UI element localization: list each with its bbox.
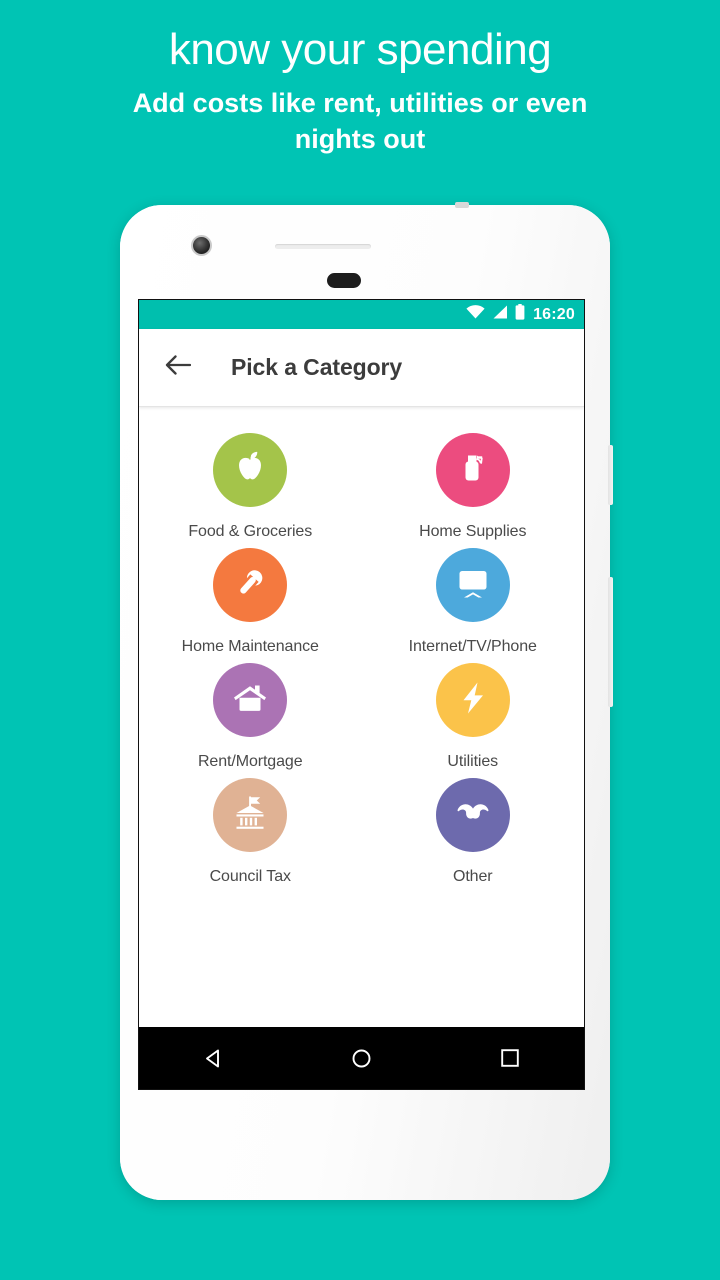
category-label: Food & Groceries: [188, 523, 313, 540]
mustache-icon: [451, 791, 495, 840]
category-item-food-groceries[interactable]: Food & Groceries: [139, 433, 362, 541]
phone-screen: 16:20 Pick a Category Food & Groceries H…: [138, 299, 585, 1090]
status-bar-clock: 16:20: [533, 305, 575, 323]
apple-icon: [228, 446, 272, 495]
lightning-bolt-icon: [451, 676, 495, 725]
house-icon: [228, 676, 272, 725]
wrench-icon: [228, 561, 272, 610]
category-label: Internet/TV/Phone: [408, 638, 537, 655]
category-label: Home Supplies: [419, 523, 527, 540]
category-item-home-supplies[interactable]: Home Supplies: [362, 433, 585, 541]
category-item-rent-mortgage[interactable]: Rent/Mortgage: [139, 663, 362, 771]
status-bar-icons: [466, 304, 525, 325]
promo-subtitle: Add costs like rent, utilities or even n…: [132, 88, 588, 154]
category-item-other[interactable]: Other: [362, 778, 585, 886]
phone-top-antenna-nub: [455, 202, 469, 208]
android-back-icon[interactable]: [178, 1027, 248, 1089]
android-home-icon[interactable]: [326, 1027, 396, 1089]
promo-title: know your spending: [168, 25, 552, 74]
volume-rocker-button[interactable]: [608, 577, 613, 707]
spray-bottle-icon: [451, 446, 495, 495]
category-icon-circle: [435, 433, 510, 507]
category-icon-circle: [435, 663, 510, 737]
android-navigation-bar: [139, 1027, 584, 1089]
category-icon-circle: [213, 778, 288, 852]
government-building-icon: [228, 791, 272, 840]
category-icon-circle: [435, 548, 510, 622]
category-icon-circle: [435, 778, 510, 852]
category-item-utilities[interactable]: Utilities: [362, 663, 585, 771]
cellular-signal-icon: [492, 305, 508, 324]
app-bar: Pick a Category: [139, 329, 584, 407]
category-grid: Food & Groceries Home Supplies Home Main…: [139, 407, 584, 886]
phone-mockup: 16:20 Pick a Category Food & Groceries H…: [120, 202, 613, 1200]
status-bar: 16:20: [139, 300, 584, 329]
category-item-internet-tv-phone[interactable]: Internet/TV/Phone: [362, 548, 585, 656]
android-recents-icon[interactable]: [475, 1027, 545, 1089]
wifi-icon: [466, 305, 485, 324]
television-icon: [451, 561, 495, 610]
back-arrow-icon[interactable]: [165, 354, 192, 381]
category-icon-circle: [213, 433, 288, 507]
power-button[interactable]: [608, 445, 613, 505]
category-label: Home Maintenance: [181, 638, 319, 655]
promo-header: know your spending Add costs like rent, …: [0, 0, 720, 157]
proximity-sensor-icon: [327, 273, 361, 288]
category-label: Other: [452, 868, 493, 885]
category-label: Council Tax: [209, 868, 291, 885]
category-icon-circle: [213, 548, 288, 622]
battery-full-icon: [515, 304, 525, 325]
front-camera-icon: [191, 235, 212, 256]
category-icon-circle: [213, 663, 288, 737]
category-item-home-maintenance[interactable]: Home Maintenance: [139, 548, 362, 656]
category-item-council-tax[interactable]: Council Tax: [139, 778, 362, 886]
category-label: Rent/Mortgage: [197, 753, 303, 770]
page-title: Pick a Category: [231, 354, 403, 380]
earpiece-speaker-icon: [275, 244, 371, 249]
category-label: Utilities: [447, 753, 499, 770]
